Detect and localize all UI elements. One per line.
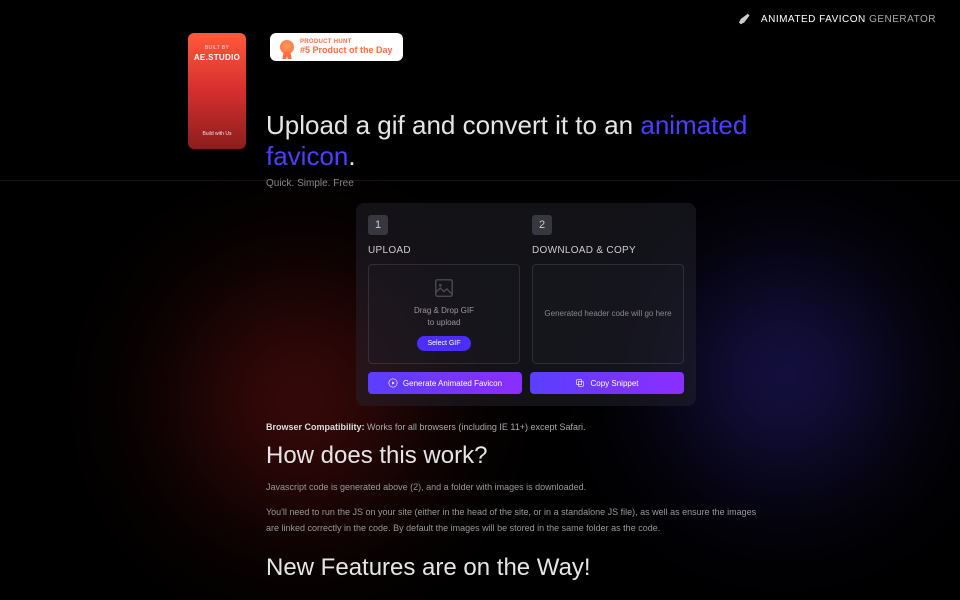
brand-name: ANIMATED FAVICON GENERATOR [761,14,936,25]
how-heading: How does this work? [266,442,786,470]
site-header: ANIMATED FAVICON GENERATOR [739,12,936,26]
code-placeholder: Generated header code will go here [536,308,679,319]
badge-rank: #5 Product of the Day [300,45,393,55]
studio-name: AE.STUDIO [194,53,240,62]
rocket-icon [739,12,753,26]
select-gif-button[interactable]: Select GIF [417,336,470,351]
step-number: 2 [532,215,552,235]
new-features-heading: New Features are on the Way! [266,554,786,582]
how-paragraph-2: You'll need to run the JS on your site (… [266,505,766,536]
code-output: Generated header code will go here [532,264,684,364]
image-icon [433,277,455,299]
how-paragraph-1: Javascript code is generated above (2), … [266,480,766,495]
builder-card[interactable]: BUILT BY AE.STUDIO Build with Us [188,33,246,149]
drop-zone[interactable]: Drag & Drop GIFto upload Select GIF [368,264,520,364]
converter-panel: 1 UPLOAD Drag & Drop GIFto upload Select… [356,203,696,406]
drop-text: Drag & Drop GIFto upload [414,305,474,327]
product-hunt-badge[interactable]: PRODUCT HUNT #5 Product of the Day [270,33,403,61]
play-icon [388,378,398,388]
copy-icon [575,378,585,388]
page-headline: Upload a gif and convert it to an animat… [266,110,786,172]
generate-button[interactable]: Generate Animated Favicon [368,372,522,394]
build-with-us-link[interactable]: Build with Us [203,131,232,137]
step-download: 2 DOWNLOAD & COPY Generated header code … [532,215,684,364]
step-label: DOWNLOAD & COPY [532,245,684,256]
tagline: Quick. Simple. Free [266,178,786,189]
copy-button[interactable]: Copy Snippet [530,372,684,394]
compatibility-note: Browser Compatibility: Works for all bro… [266,422,786,432]
step-label: UPLOAD [368,245,520,256]
step-number: 1 [368,215,388,235]
step-upload: 1 UPLOAD Drag & Drop GIFto upload Select… [368,215,520,364]
ribbon-icon [280,40,294,54]
built-by-label: BUILT BY [194,45,240,51]
